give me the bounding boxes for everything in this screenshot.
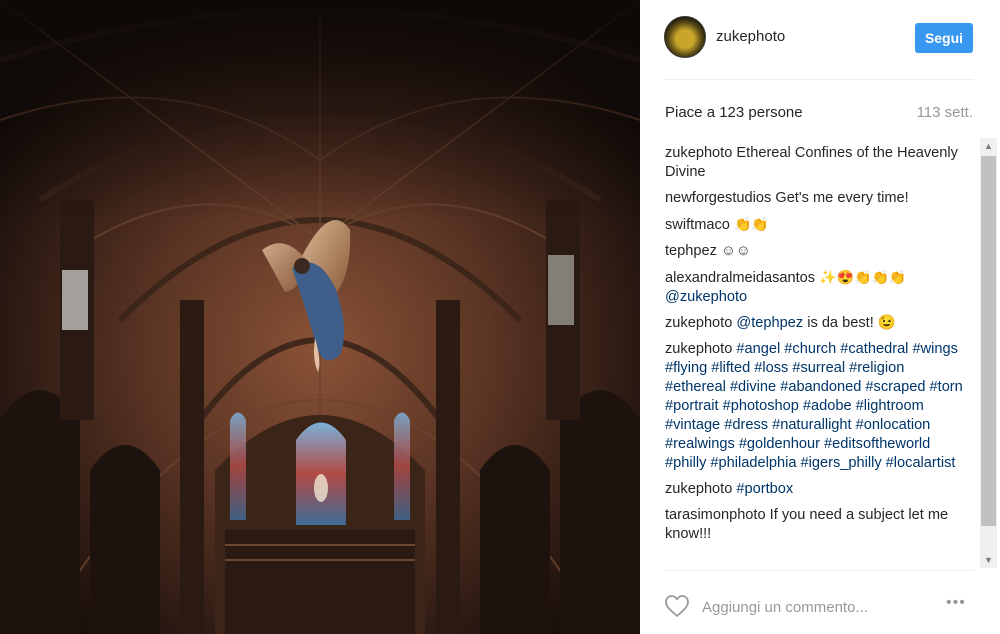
scroll-up-arrow-icon[interactable]: ▲ bbox=[980, 138, 997, 154]
comment-username[interactable]: tarasimonphoto bbox=[665, 507, 766, 523]
comment-item: alexandralmeidasantos ✨😍👏👏👏 @zukephoto bbox=[665, 268, 965, 307]
post-username[interactable]: zukephoto bbox=[716, 28, 785, 45]
comment-username[interactable]: zukephoto bbox=[665, 481, 732, 497]
comments-list: zukephoto Ethereal Confines of the Heave… bbox=[665, 144, 987, 568]
add-comment-input[interactable] bbox=[702, 596, 922, 618]
comment-mention[interactable]: @tephpez bbox=[736, 315, 803, 331]
comment-text: 👏👏 bbox=[733, 216, 769, 232]
comment-item: tephpez ☺☺ bbox=[665, 242, 965, 261]
comment-item: tarasimonphoto If you need a subject let… bbox=[665, 506, 965, 544]
heart-icon[interactable] bbox=[664, 594, 690, 618]
comment-hashtags[interactable]: #angel #church #cathedral #wings #flying… bbox=[665, 341, 963, 471]
comment-text: ☺☺ bbox=[721, 243, 751, 259]
comment-text: Get's me every time! bbox=[775, 190, 909, 206]
header-divider bbox=[664, 79, 974, 80]
comment-item: zukephoto #portbox bbox=[665, 480, 965, 499]
cathedral-angel-image bbox=[0, 0, 640, 634]
avatar[interactable] bbox=[664, 16, 706, 58]
post-photo[interactable] bbox=[0, 0, 640, 634]
more-options-icon[interactable]: ••• bbox=[946, 594, 966, 612]
comment-item: zukephoto Ethereal Confines of the Heave… bbox=[665, 144, 965, 182]
footer-divider bbox=[664, 570, 974, 571]
comment-text: ✨😍👏👏👏 bbox=[819, 269, 907, 285]
comment-item: zukephoto @tephpez is da best! 😉 bbox=[665, 314, 965, 333]
likes-count[interactable]: Piace a 123 persone bbox=[665, 104, 803, 121]
scroll-down-arrow-icon[interactable]: ▼ bbox=[980, 552, 997, 568]
comment-text: is da best! 😉 bbox=[803, 315, 896, 331]
comment-username[interactable]: zukephoto bbox=[665, 341, 732, 357]
comment-username[interactable]: zukephoto bbox=[665, 145, 732, 161]
comment-mention[interactable]: @zukephoto bbox=[665, 289, 747, 305]
post-header: zukephoto Segui bbox=[640, 0, 1000, 78]
scroll-thumb[interactable] bbox=[981, 156, 996, 526]
comment-username[interactable]: swiftmaco bbox=[665, 217, 730, 233]
comment-username[interactable]: alexandralmeidasantos bbox=[665, 270, 815, 286]
comment-username[interactable]: newforgestudios bbox=[665, 190, 771, 206]
comment-item: zukephoto #angel #church #cathedral #win… bbox=[665, 340, 965, 473]
comments-scrollbar[interactable]: ▲ ▼ bbox=[980, 138, 997, 568]
comment-hashtags[interactable]: #portbox bbox=[736, 481, 793, 497]
comment-username[interactable]: zukephoto bbox=[665, 315, 732, 331]
post-side-panel: zukephoto Segui Piace a 123 persone 113 … bbox=[640, 0, 1000, 634]
comment-item: swiftmaco 👏👏 bbox=[665, 215, 965, 235]
post-timestamp[interactable]: 113 sett. bbox=[917, 104, 973, 121]
comment-username[interactable]: tephpez bbox=[665, 243, 717, 259]
comment-item: newforgestudios Get's me every time! bbox=[665, 189, 965, 208]
follow-button[interactable]: Segui bbox=[915, 23, 973, 53]
